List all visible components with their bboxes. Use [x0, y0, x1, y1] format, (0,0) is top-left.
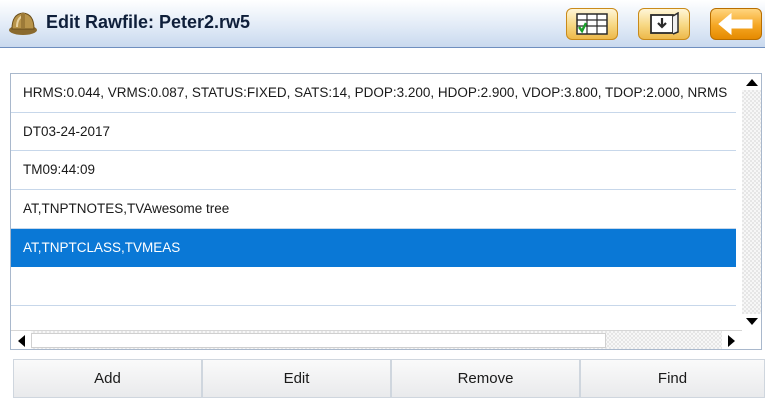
- list-item[interactable]: TM09:44:09: [11, 151, 736, 191]
- remove-button[interactable]: Remove: [391, 359, 580, 398]
- scroll-left-arrow-icon[interactable]: [11, 331, 31, 349]
- horizontal-scroll-thumb[interactable]: [31, 333, 606, 348]
- window-title: Edit Rawfile: Peter2.rw5: [46, 12, 251, 32]
- table-check-icon: [576, 13, 608, 35]
- scroll-up-arrow-icon[interactable]: [742, 74, 761, 90]
- horizontal-scrollbar[interactable]: [11, 330, 742, 349]
- back-button[interactable]: [710, 8, 762, 40]
- back-arrow-icon: [718, 12, 753, 36]
- import-icon: [650, 12, 679, 35]
- rawfile-record-list[interactable]: HRMS:0.044, VRMS:0.087, STATUS:FIXED, SA…: [10, 73, 762, 350]
- table-view-button[interactable]: [566, 8, 618, 40]
- add-button[interactable]: Add: [13, 359, 202, 398]
- vertical-scrollbar[interactable]: [742, 74, 761, 330]
- scroll-down-arrow-icon[interactable]: [742, 314, 761, 330]
- hard-hat-icon: [9, 12, 37, 35]
- find-button[interactable]: Find: [580, 359, 765, 398]
- record-rows: HRMS:0.044, VRMS:0.087, STATUS:FIXED, SA…: [11, 74, 736, 330]
- list-item[interactable]: HRMS:0.044, VRMS:0.087, STATUS:FIXED, SA…: [11, 74, 736, 113]
- import-button[interactable]: [638, 8, 690, 40]
- list-item[interactable]: AT,TNPTNOTES,TVAwesome tree: [11, 190, 736, 229]
- list-item-selected[interactable]: AT,TNPTCLASS,TVMEAS: [11, 228, 736, 268]
- scroll-right-arrow-icon[interactable]: [722, 331, 742, 349]
- list-item[interactable]: DT03-24-2017: [11, 113, 736, 152]
- action-button-bar: Add Edit Remove Find: [0, 359, 765, 398]
- title-bar: Edit Rawfile: Peter2.rw5: [0, 0, 765, 48]
- edit-button[interactable]: Edit: [202, 359, 391, 398]
- list-item[interactable]: [11, 267, 736, 307]
